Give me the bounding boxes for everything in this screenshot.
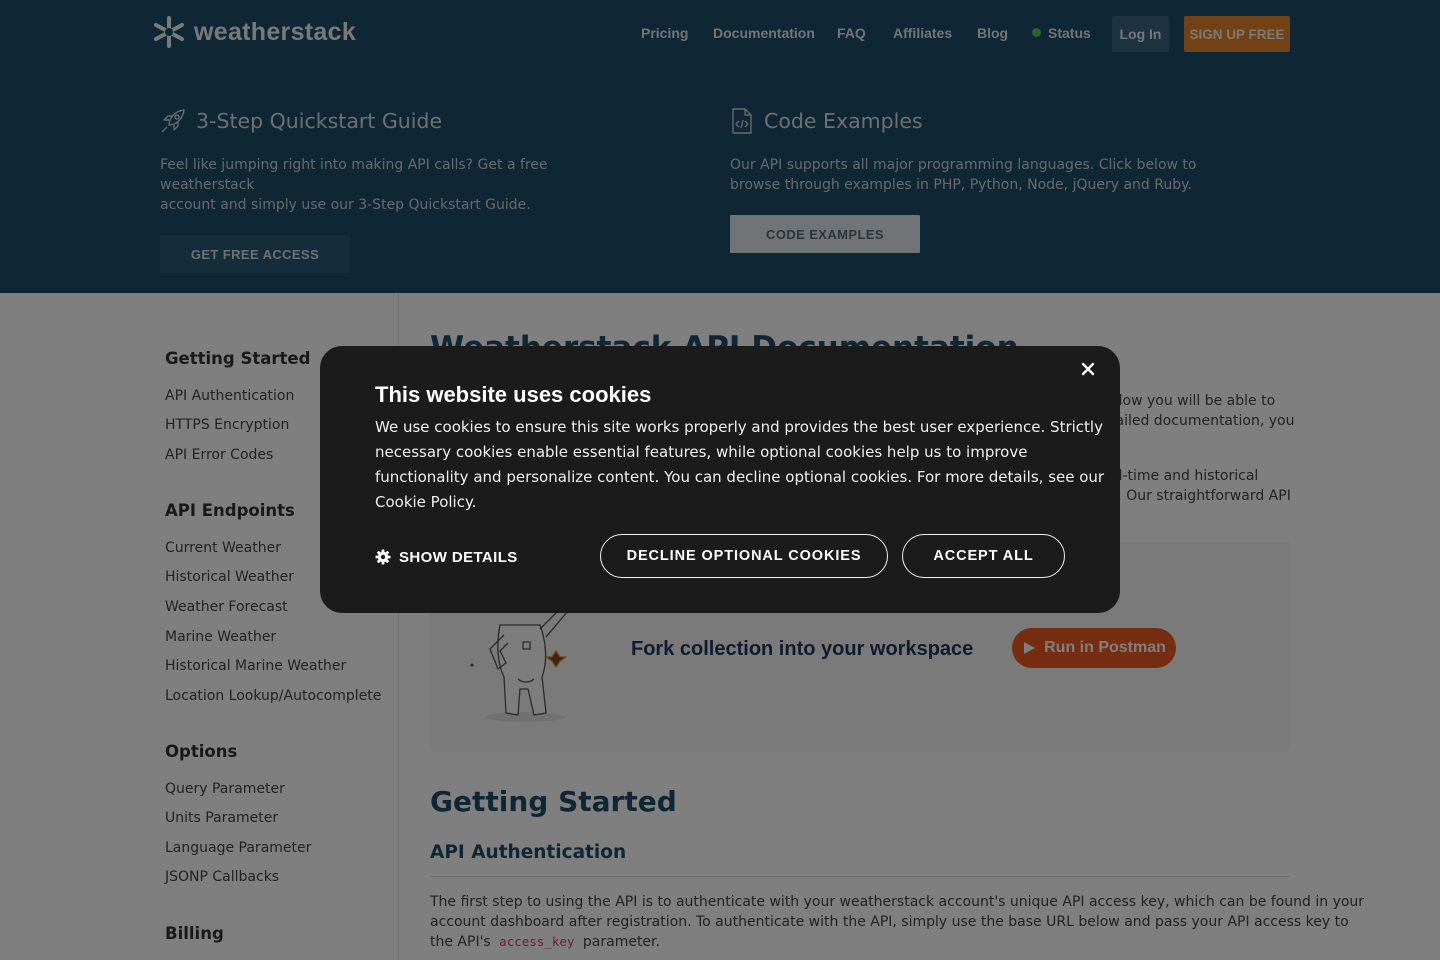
cookie-consent-dialog: This website uses cookies We use cookies… bbox=[320, 346, 1120, 613]
cookie-body-line: necessary cookies enable essential featu… bbox=[375, 443, 1028, 461]
gear-icon bbox=[375, 549, 391, 565]
cookie-dialog-title: This website uses cookies bbox=[375, 382, 652, 407]
show-details-button[interactable]: SHOW DETAILS bbox=[375, 546, 518, 568]
accept-all-cookies-button[interactable]: ACCEPT ALL bbox=[902, 534, 1065, 578]
cookie-policy-link[interactable]: Cookie Policy. bbox=[375, 490, 1075, 515]
show-details-label: SHOW DETAILS bbox=[399, 548, 518, 566]
cookie-body-line: We use cookies to ensure this site works… bbox=[375, 418, 1103, 436]
cookie-body-line: functionality and personalize content. Y… bbox=[375, 468, 1105, 486]
close-icon[interactable] bbox=[1077, 358, 1099, 380]
decline-optional-cookies-button[interactable]: DECLINE OPTIONAL COOKIES bbox=[600, 534, 888, 578]
cookie-dialog-body: We use cookies to ensure this site works… bbox=[375, 415, 1105, 515]
